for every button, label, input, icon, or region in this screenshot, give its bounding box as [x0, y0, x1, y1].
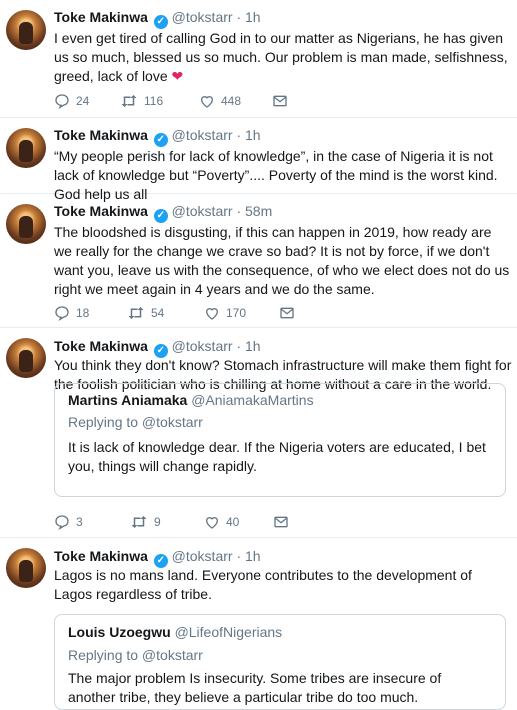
like-button[interactable]: 448 — [199, 92, 241, 110]
red-heart-emoji: ❤ — [171, 68, 184, 84]
avatar[interactable] — [6, 10, 46, 50]
replying-to: Replying to @tokstarr — [68, 414, 203, 430]
reply-icon — [55, 94, 69, 110]
timestamp[interactable]: 1h — [245, 548, 261, 564]
tweet-3[interactable]: Toke Makinwa ✓ @tokstarr · 58m The blood… — [0, 194, 517, 328]
reply-count: 3 — [76, 515, 83, 529]
tweet-text: The bloodshed is disgusting, if this can… — [54, 224, 510, 297]
retweet-count: 54 — [151, 306, 165, 320]
author-name[interactable]: Toke Makinwa — [54, 9, 148, 25]
reply-icon — [55, 515, 69, 531]
retweet-count: 116 — [144, 94, 164, 108]
tweet-4[interactable]: Toke Makinwa ✓ @tokstarr · 1h You think … — [0, 328, 517, 538]
separator: · — [236, 9, 242, 25]
reply-count: 18 — [76, 306, 90, 320]
timestamp[interactable]: 1h — [245, 9, 261, 25]
quoted-author-name: Martins Aniamaka — [68, 392, 188, 408]
envelope-icon — [273, 95, 287, 107]
verified-icon: ✓ — [153, 133, 168, 147]
quoted-author-handle: @LifeofNigerians — [174, 624, 283, 640]
direct-message-button[interactable] — [279, 304, 295, 322]
tweet-header: Toke Makinwa ✓ @tokstarr · 1h — [54, 8, 261, 29]
reply-button[interactable]: 3 — [54, 513, 83, 531]
heart-icon — [205, 308, 219, 320]
retweet-button[interactable]: 54 — [127, 304, 164, 322]
quoted-author: Louis Uzoegwu @LifeofNigerians — [68, 623, 282, 641]
avatar[interactable] — [6, 338, 46, 378]
tweet-actions: 24 116 448 — [54, 92, 354, 110]
retweet-button[interactable]: 116 — [120, 92, 163, 110]
quoted-text: It is lack of knowledge dear. If the Nig… — [68, 439, 486, 474]
quoted-author-name: Louis Uzoegwu — [68, 624, 171, 640]
quoted-author-handle: @AniamakaMartins — [191, 392, 314, 408]
reply-count: 24 — [76, 94, 90, 108]
author-handle[interactable]: @tokstarr — [172, 548, 233, 564]
tweet-header: Toke Makinwa ✓ @tokstarr · 1h — [54, 547, 261, 568]
author-handle[interactable]: @tokstarr — [172, 9, 233, 25]
heart-icon — [205, 517, 219, 529]
timestamp[interactable]: 1h — [245, 127, 261, 143]
heart-icon — [200, 96, 214, 108]
like-count: 40 — [226, 515, 240, 529]
author-handle[interactable]: @tokstarr — [172, 203, 233, 219]
tweet-text: Lagos is no mans land. Everyone contribu… — [54, 567, 472, 602]
separator: · — [236, 548, 242, 564]
envelope-icon — [274, 516, 288, 528]
direct-message-button[interactable] — [273, 513, 289, 531]
tweet-1[interactable]: Toke Makinwa ✓ @tokstarr · 1h I even get… — [0, 0, 517, 118]
quoted-text: The major problem Is insecurity. Some tr… — [68, 670, 442, 705]
tweet-actions: 18 54 170 — [54, 304, 354, 322]
tweet-header: Toke Makinwa ✓ @tokstarr · 1h — [54, 337, 261, 358]
retweet-count: 9 — [154, 515, 161, 529]
separator: · — [236, 338, 242, 354]
author-handle[interactable]: @tokstarr — [172, 338, 233, 354]
retweet-icon — [128, 307, 144, 319]
tweet-header: Toke Makinwa ✓ @tokstarr · 58m — [54, 202, 272, 223]
like-button[interactable]: 40 — [204, 513, 239, 531]
direct-message-button[interactable] — [272, 92, 288, 110]
tweet-text-body: I even get tired of calling God in to ou… — [54, 30, 508, 84]
reply-icon — [55, 306, 69, 322]
quoted-tweet[interactable]: Louis Uzoegwu @LifeofNigerians Replying … — [54, 614, 506, 710]
tweet-5[interactable]: Toke Makinwa ✓ @tokstarr · 1h Lagos is n… — [0, 538, 517, 710]
author-name[interactable]: Toke Makinwa — [54, 203, 148, 219]
envelope-icon — [280, 307, 294, 319]
tweet-header: Toke Makinwa ✓ @tokstarr · 1h — [54, 126, 261, 147]
verified-icon: ✓ — [153, 209, 168, 223]
timestamp[interactable]: 1h — [245, 338, 261, 354]
tweet-text: I even get tired of calling God in to ou… — [54, 29, 512, 86]
avatar[interactable] — [6, 128, 46, 168]
retweet-button[interactable]: 9 — [130, 513, 161, 531]
avatar[interactable] — [6, 548, 46, 588]
like-count: 448 — [221, 94, 242, 108]
separator: · — [236, 203, 242, 219]
reply-button[interactable]: 18 — [54, 304, 89, 322]
timestamp[interactable]: 58m — [245, 203, 272, 219]
retweet-icon — [131, 516, 147, 528]
retweet-icon — [121, 95, 137, 107]
author-name[interactable]: Toke Makinwa — [54, 338, 148, 354]
like-button[interactable]: 170 — [204, 304, 246, 322]
like-count: 170 — [226, 306, 247, 320]
author-name[interactable]: Toke Makinwa — [54, 548, 148, 564]
quoted-tweet[interactable]: Martins Aniamaka @AniamakaMartins Replyi… — [54, 383, 506, 497]
tweet-2[interactable]: Toke Makinwa ✓ @tokstarr · 1h “My people… — [0, 118, 517, 202]
separator: · — [236, 127, 242, 143]
replying-to: Replying to @tokstarr — [68, 647, 203, 663]
tweet-actions: 3 9 40 — [54, 513, 354, 531]
author-name[interactable]: Toke Makinwa — [54, 127, 148, 143]
reply-button[interactable]: 24 — [54, 92, 89, 110]
avatar[interactable] — [6, 204, 46, 244]
quoted-author: Martins Aniamaka @AniamakaMartins — [68, 391, 314, 409]
verified-icon: ✓ — [153, 15, 168, 29]
author-handle[interactable]: @tokstarr — [172, 127, 233, 143]
